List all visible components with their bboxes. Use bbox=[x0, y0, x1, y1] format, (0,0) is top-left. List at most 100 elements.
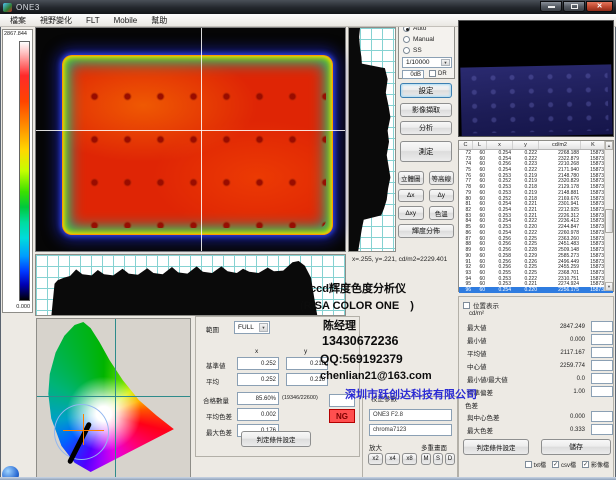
stat-spare-box[interactable] bbox=[591, 321, 613, 332]
stat-spare-box[interactable] bbox=[591, 373, 613, 384]
file-check-影像檔[interactable]: ✓影像檔 bbox=[582, 460, 609, 469]
avg-color-diff-label: 平均色差 bbox=[206, 411, 232, 421]
button-δx[interactable]: Δx bbox=[398, 189, 424, 203]
overlay-qq: QQ:569192379 bbox=[320, 352, 403, 366]
dr-checkbox[interactable] bbox=[429, 70, 436, 77]
stat-spare-box[interactable] bbox=[591, 334, 613, 345]
stat-spare-box[interactable] bbox=[591, 360, 613, 371]
position-display-toggle[interactable]: 位置表示 bbox=[463, 300, 499, 310]
preview-panel-image bbox=[460, 64, 612, 137]
dr-checkbox-row[interactable]: DR bbox=[429, 70, 447, 77]
file-check-label: csv檔 bbox=[561, 460, 576, 469]
gain-field[interactable]: 0dB bbox=[402, 70, 424, 79]
lens-field[interactable]: ONE3 F2.8 bbox=[369, 409, 452, 421]
chroma-field[interactable]: chroma7123 bbox=[369, 424, 452, 436]
luminance-distribution-button[interactable]: 輝度分佈 bbox=[398, 224, 454, 238]
stat-spare-box[interactable] bbox=[591, 386, 613, 397]
radio-ss[interactable]: SS bbox=[403, 47, 422, 54]
cell: 2256.175 bbox=[539, 287, 581, 293]
zoom-x8-button[interactable]: x8 bbox=[402, 453, 417, 465]
judge-condition-button[interactable]: 判定條件設定 bbox=[463, 439, 529, 455]
close-button[interactable]: ✕ bbox=[586, 1, 613, 12]
button-色溫[interactable]: 色溫 bbox=[429, 206, 455, 220]
file-check-csv檔[interactable]: ✓csv檔 bbox=[552, 460, 576, 469]
measure-button[interactable]: 測定 bbox=[400, 141, 452, 162]
vertical-profile-plot bbox=[349, 28, 395, 251]
window-title: ONE3 bbox=[16, 3, 40, 12]
app-icon bbox=[3, 3, 12, 12]
multi-screen-label: 多重畫面 bbox=[421, 442, 447, 452]
checkbox-checked-icon[interactable]: ✓ bbox=[582, 461, 589, 468]
button-立體圖[interactable]: 立體圖 bbox=[398, 171, 424, 185]
lum-stat-row: 最大値2847.249 bbox=[467, 320, 613, 333]
cell: 0.220 bbox=[513, 287, 539, 293]
stat-value: 0.000 bbox=[533, 337, 585, 343]
position-display-checkbox[interactable] bbox=[463, 302, 470, 309]
stat-label: 中心値 bbox=[467, 361, 533, 371]
button-δxy[interactable]: Δxy bbox=[398, 206, 424, 220]
checkbox-icon[interactable] bbox=[525, 461, 532, 468]
analyze-button[interactable]: 分析 bbox=[400, 121, 452, 135]
radio-label: SS bbox=[413, 47, 422, 54]
checkbox-checked-icon[interactable]: ✓ bbox=[552, 461, 559, 468]
radio-manual[interactable]: Manual bbox=[403, 36, 434, 43]
measurement-table[interactable]: CLxycd/m2K 72600.2540.2222268.1881587373… bbox=[458, 140, 614, 292]
stat-spare-box[interactable] bbox=[591, 424, 613, 435]
colorbar-panel: 2867.844 0.000 bbox=[2, 29, 33, 313]
zoom-x4-button[interactable]: x4 bbox=[385, 453, 400, 465]
stat-spare-box[interactable] bbox=[591, 411, 613, 422]
average-x-field[interactable]: 0.252 bbox=[237, 373, 279, 386]
pass-count-detail: (19346/22600) bbox=[282, 395, 318, 401]
menu-item-0[interactable]: 檔案 bbox=[3, 15, 33, 26]
pair-row-1: Δx Δy bbox=[398, 189, 454, 203]
shutter-speed-select[interactable]: 1/10000 ▼ bbox=[402, 57, 452, 68]
button-等高線[interactable]: 等高線 bbox=[429, 171, 455, 185]
reference-x-field[interactable]: 0.252 bbox=[237, 357, 279, 370]
multi-m-button[interactable]: M bbox=[421, 453, 431, 465]
scrollbar-thumb[interactable] bbox=[605, 209, 613, 233]
minimize-button[interactable] bbox=[540, 1, 562, 12]
menu-item-1[interactable]: 視野變化 bbox=[33, 15, 79, 26]
cell: 0.254 bbox=[487, 287, 513, 293]
table-row[interactable]: 96600.2540.2202256.17515873 bbox=[459, 287, 613, 293]
average-label: 平均 bbox=[206, 376, 219, 386]
calibration-group: 校正參數 ONE3 F2.8 chroma7123 放大 多重畫面 x2x4x8… bbox=[362, 396, 458, 478]
scroll-up-icon[interactable]: ▲ bbox=[605, 141, 613, 150]
scroll-down-icon[interactable]: ▼ bbox=[605, 282, 613, 291]
stat-value: 1.00 bbox=[533, 389, 585, 395]
chevron-down-icon: ▼ bbox=[259, 323, 268, 332]
multi-screen-buttons: MSD bbox=[421, 453, 455, 465]
zoom-x2-button[interactable]: x2 bbox=[368, 453, 383, 465]
judge-condition-button[interactable]: 判定條件設定 bbox=[241, 431, 311, 447]
lum-stat-row: 最小値0.000 bbox=[467, 333, 613, 346]
file-check-txt檔[interactable]: txt檔 bbox=[525, 460, 546, 469]
cie-chromaticity-panel[interactable] bbox=[36, 318, 191, 478]
multi-s-button[interactable]: S bbox=[433, 453, 443, 465]
col-x-header: x bbox=[255, 348, 258, 355]
stat-spare-box[interactable] bbox=[591, 347, 613, 358]
pair-row-2: Δxy 色溫 bbox=[398, 206, 454, 220]
close-icon: ✕ bbox=[597, 3, 603, 10]
range-label: 範圍 bbox=[206, 324, 219, 334]
save-button[interactable]: 儲存 bbox=[541, 439, 611, 455]
range-mode-select[interactable]: FULL ▼ bbox=[234, 321, 270, 334]
luminance-heatmap[interactable] bbox=[35, 27, 346, 252]
stat-value: 0.000 bbox=[533, 414, 585, 420]
colorbar-max-value: 2867.844 bbox=[4, 31, 27, 37]
col-header-y: y bbox=[513, 141, 539, 149]
menu-item-4[interactable]: 幫助 bbox=[144, 15, 174, 26]
stat-label: 最小値 bbox=[467, 335, 533, 345]
table-body[interactable]: 72600.2540.2222268.1881587373600.2540.22… bbox=[459, 150, 613, 293]
menu-item-2[interactable]: FLT bbox=[79, 16, 107, 25]
colorbar-min-value: 0.000 bbox=[16, 304, 30, 310]
stat-label: 最大値 bbox=[467, 322, 533, 332]
overlay-email: chenlian21@163.com bbox=[320, 370, 432, 382]
image-capture-button[interactable]: 影像擷取 bbox=[400, 103, 452, 117]
multi-d-button[interactable]: D bbox=[445, 453, 455, 465]
table-scrollbar[interactable]: ▲ ▼ bbox=[604, 141, 613, 291]
col-y-header: y bbox=[304, 348, 307, 355]
menu-item-3[interactable]: Mobile bbox=[107, 16, 145, 25]
maximize-button[interactable] bbox=[563, 1, 585, 12]
settings-button[interactable]: 設定 bbox=[400, 83, 452, 98]
button-δy[interactable]: Δy bbox=[429, 189, 455, 203]
